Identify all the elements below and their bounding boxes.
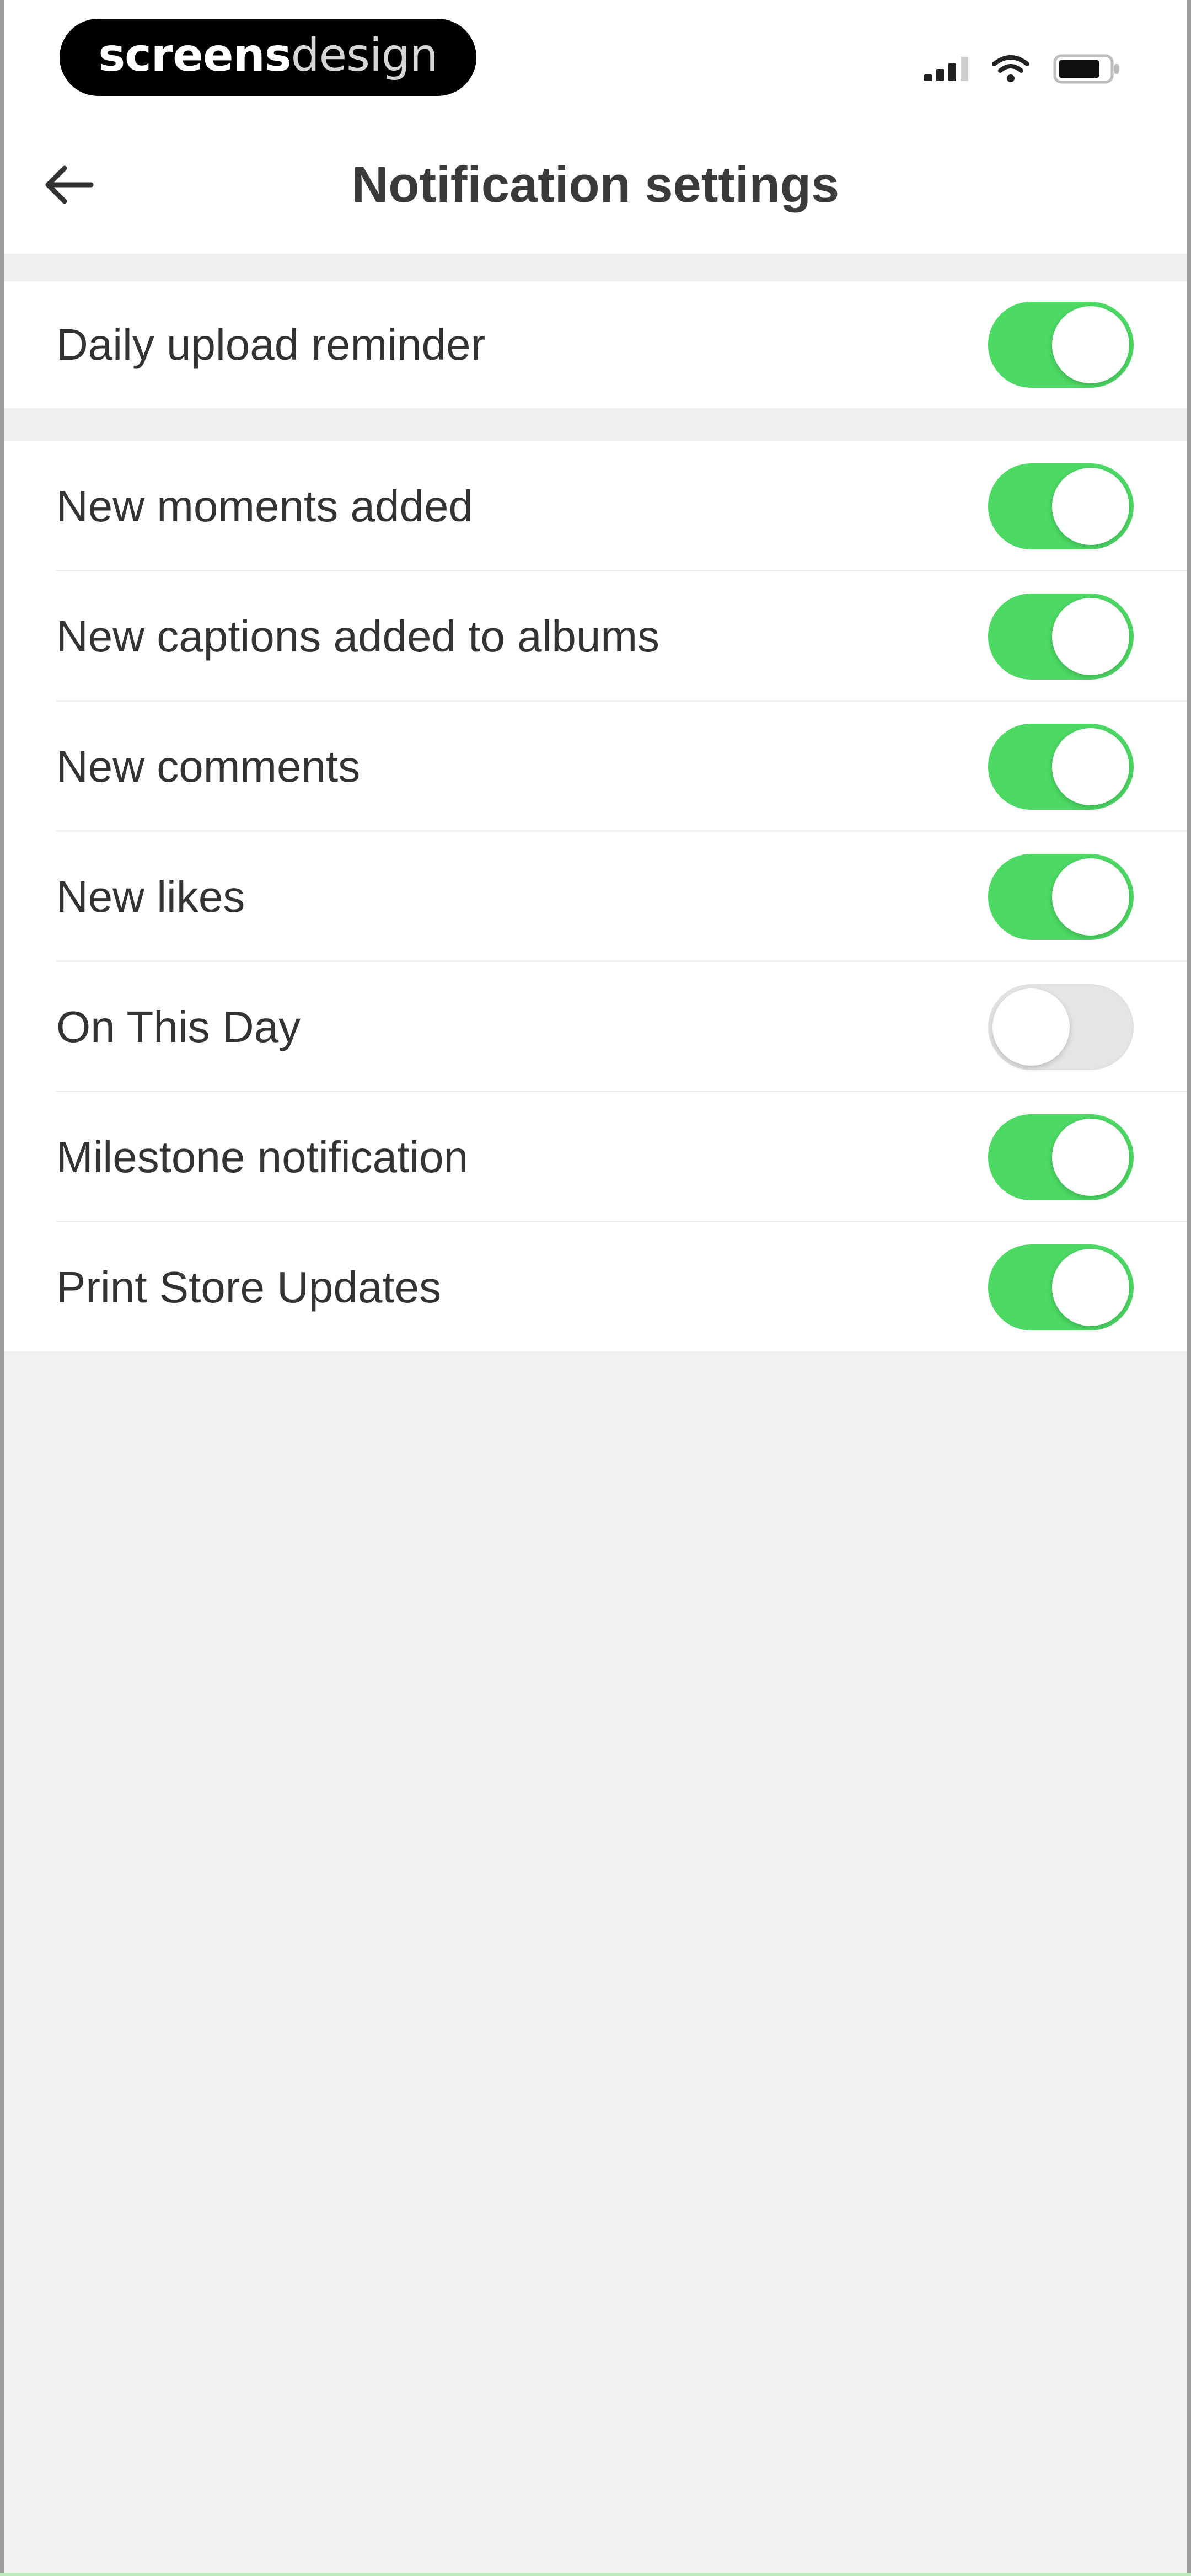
group-separator [0,408,1191,441]
status-icons [924,50,1120,88]
toggle-knob [1052,1249,1129,1326]
toggle-new-likes[interactable] [988,854,1134,940]
toggle-knob [1052,306,1129,383]
toggle-knob [993,988,1070,1066]
setting-label: New moments added [56,482,473,531]
signal-icon [924,57,968,81]
setting-row-on-this-day: On This Day [4,962,1187,1092]
setting-label: Print Store Updates [56,1263,442,1312]
setting-row-new-likes: New likes [4,832,1187,962]
settings-group-reminders: Daily upload reminder [4,281,1187,408]
toggle-daily-upload-reminder[interactable] [988,302,1134,388]
settings-group-activity: New moments added New captions added to … [4,441,1187,1351]
bottom-accent-line [0,2573,1191,2576]
toggle-on-this-day[interactable] [988,984,1134,1070]
setting-label: New comments [56,742,361,791]
setting-label: Daily upload reminder [56,320,486,369]
brand-logo-text: screensdesign [98,33,438,78]
toggle-knob [1052,858,1129,936]
brand-logo: screensdesign [60,19,476,96]
setting-label: Milestone notification [56,1132,469,1182]
device-frame-left [0,0,4,2576]
setting-row-new-captions-added: New captions added to albums [4,571,1187,702]
brand-logo-light: design [291,29,438,82]
toggle-new-comments[interactable] [988,724,1134,810]
toggle-knob [1052,468,1129,545]
setting-label: New captions added to albums [56,612,659,661]
wifi-icon [993,55,1029,82]
toggle-knob [1052,598,1129,675]
back-button[interactable] [33,149,105,221]
toggle-print-store-updates[interactable] [988,1244,1134,1330]
setting-row-milestone-notification: Milestone notification [4,1092,1187,1222]
brand-logo-bold: screens [98,29,291,82]
toggle-milestone-notification[interactable] [988,1114,1134,1200]
device-frame-right [1187,0,1191,2576]
setting-row-print-store-updates: Print Store Updates [4,1222,1187,1353]
setting-row-daily-upload-reminder: Daily upload reminder [4,281,1187,408]
navigation-header: Notification settings [0,116,1191,254]
arrow-left-icon [45,165,94,204]
toggle-new-moments-added[interactable] [988,463,1134,549]
setting-row-new-moments-added: New moments added [4,441,1187,571]
setting-label: On This Day [56,1002,301,1051]
setting-row-new-comments: New comments [4,702,1187,832]
notification-settings-screen: screensdesign Notification settings Dail… [0,0,1191,2576]
battery-icon [1053,54,1119,84]
setting-label: New likes [56,872,245,921]
toggle-new-captions-added[interactable] [988,594,1134,680]
page-title: Notification settings [351,157,840,213]
toggle-knob [1052,1119,1129,1196]
toggle-knob [1052,728,1129,805]
status-bar: screensdesign [0,0,1191,116]
header-divider [0,254,1191,281]
